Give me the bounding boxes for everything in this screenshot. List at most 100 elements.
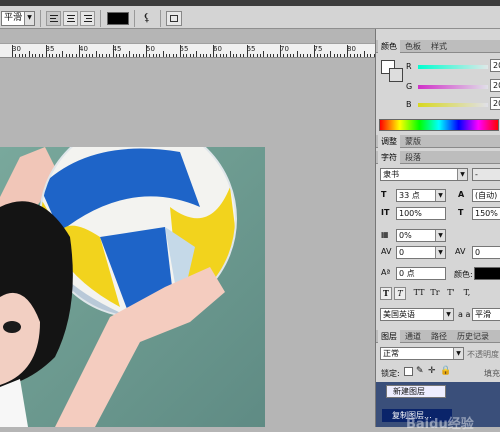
lock-transparent-icon[interactable] — [404, 367, 413, 376]
font-size-select[interactable]: 33 点 ▼ — [396, 189, 446, 202]
horizontal-ruler: 30 35 40 45 50 55 60 65 70 75 80 — [0, 43, 379, 58]
ruler-tick — [196, 51, 198, 57]
tracking-value: 0 — [475, 248, 481, 257]
ruler-tick — [367, 54, 369, 57]
blend-mode-select[interactable]: 正常 ▼ — [380, 347, 464, 360]
volleyball-photo — [0, 147, 237, 427]
ruler-tick — [243, 54, 245, 57]
character-color-swatch[interactable] — [474, 267, 500, 280]
ruler-tick — [263, 51, 265, 57]
subscript-button[interactable]: T, — [460, 287, 474, 300]
align-left-button[interactable] — [46, 11, 61, 26]
fill-label: 填充 — [484, 369, 500, 378]
tsume-select[interactable]: 0% ▼ — [396, 229, 446, 242]
ruler-tick — [135, 54, 137, 57]
ruler-tick — [42, 54, 44, 57]
ruler-tick — [363, 51, 365, 57]
ruler-tick — [179, 45, 181, 57]
tab-styles[interactable]: 样式 — [428, 40, 450, 53]
b-value[interactable]: 20 — [490, 97, 500, 110]
lock-position-icon[interactable]: ✛ — [428, 366, 438, 377]
superscript-button[interactable]: T' — [444, 287, 458, 300]
r-value[interactable]: 20 — [490, 59, 500, 72]
opacity-label: 不透明度 — [467, 350, 499, 359]
ruler-tick — [75, 54, 77, 57]
ruler-tick — [276, 54, 278, 57]
small-caps-button[interactable]: Tr — [428, 287, 442, 300]
r-slider[interactable] — [418, 65, 488, 69]
ruler-tick — [79, 45, 80, 57]
panels-toggle-icon[interactable] — [166, 11, 182, 26]
all-caps-button[interactable]: TT — [412, 287, 426, 300]
antialias-select[interactable]: 平滑 ▼ — [1, 11, 35, 26]
tab-history[interactable]: 历史记录 — [454, 330, 492, 343]
color-label: 颜色: — [454, 270, 473, 279]
ruler-label: 70 — [280, 45, 289, 53]
ruler-tick — [293, 54, 295, 57]
ruler-tick — [303, 54, 305, 57]
ruler-tick — [313, 45, 315, 57]
font-family-select[interactable]: 隶书 ▼ — [380, 168, 468, 181]
align-right-button[interactable] — [80, 11, 95, 26]
tab-channels[interactable]: 通道 — [402, 330, 424, 343]
tab-color[interactable]: 颜色 — [378, 40, 400, 53]
layers-panel-tabs: 图层 通道 路径 历史记录 — [376, 330, 500, 343]
ruler-tick — [129, 51, 131, 57]
ruler-tick — [226, 54, 228, 57]
b-slider[interactable] — [418, 103, 488, 107]
ruler-tick — [176, 54, 178, 57]
ruler-tick — [233, 54, 235, 57]
ruler-label: 60 — [213, 45, 222, 53]
tab-masks[interactable]: 蒙版 — [402, 135, 424, 148]
tab-paths[interactable]: 路径 — [428, 330, 450, 343]
vertical-scale-field[interactable]: 100% — [396, 207, 446, 220]
character-antialias-select[interactable]: 平滑 — [472, 308, 500, 321]
tab-swatches[interactable]: 色板 — [402, 40, 424, 53]
tracking-select[interactable]: 0 — [472, 246, 500, 259]
ruler-tick — [330, 51, 332, 57]
tab-character[interactable]: 字符 — [378, 151, 400, 164]
ruler-tick — [132, 54, 134, 57]
leading-select[interactable]: (自动) — [472, 189, 500, 202]
tab-adjustments[interactable]: 调整 — [378, 135, 400, 148]
ruler-tick — [213, 45, 214, 57]
lock-all-icon[interactable]: 🔒 — [440, 366, 451, 377]
lock-image-icon[interactable]: ✎ — [416, 366, 426, 377]
chevron-down-icon: ▼ — [443, 309, 453, 320]
language-select[interactable]: 美国英语 ▼ — [380, 308, 454, 321]
g-label: G — [406, 82, 413, 91]
align-center-button[interactable] — [63, 11, 78, 26]
ruler-tick — [119, 54, 121, 57]
ruler-tick — [22, 54, 24, 57]
horizontal-scale-field[interactable]: 150% — [472, 207, 500, 220]
kerning-select[interactable]: 0 ▼ — [396, 246, 446, 259]
g-value[interactable]: 20 — [490, 79, 500, 92]
language-value: 美国英语 — [383, 310, 415, 319]
ruler-tick — [199, 54, 201, 57]
ruler-tick — [25, 54, 27, 57]
ruler-tick — [236, 54, 238, 57]
ruler-tick — [202, 54, 204, 57]
background-color[interactable] — [389, 68, 403, 82]
faux-bold-button[interactable]: T — [380, 287, 392, 300]
tab-paragraph[interactable]: 段落 — [402, 151, 424, 164]
ruler-tick — [360, 54, 362, 57]
tab-layers[interactable]: 图层 — [378, 330, 400, 343]
ruler-tick — [45, 45, 47, 57]
ruler-tick — [206, 54, 208, 57]
ruler-tick — [182, 54, 184, 57]
font-style-select[interactable]: - — [472, 168, 500, 181]
color-spectrum[interactable] — [379, 119, 499, 131]
text-color-swatch[interactable] — [107, 12, 129, 25]
baseline-shift-field[interactable]: 0 点 — [396, 267, 446, 280]
ruler-tick — [162, 51, 164, 57]
character-panel-tabs: 字符 段落 — [376, 151, 500, 164]
warp-text-icon[interactable]: ⚸ — [139, 11, 155, 26]
faux-italic-button[interactable]: T — [394, 287, 406, 300]
ruler-tick — [12, 45, 13, 57]
r-label: R — [406, 62, 412, 71]
image-canvas[interactable] — [0, 147, 265, 427]
context-menu-title[interactable]: 新建图层 — [386, 385, 446, 398]
g-slider[interactable] — [418, 85, 488, 89]
ruler-tick — [286, 54, 288, 57]
